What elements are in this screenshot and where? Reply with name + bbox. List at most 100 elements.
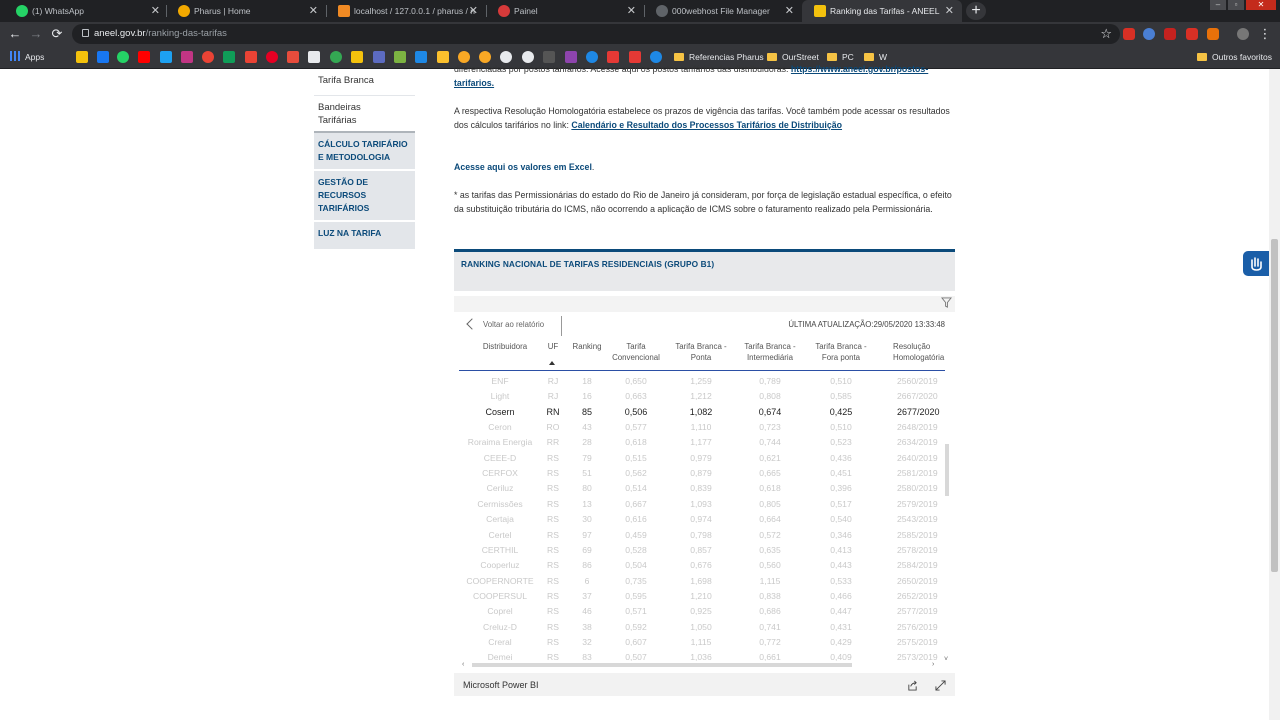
tab-painel[interactable]: Painel ✕: [486, 0, 644, 22]
fullscreen-icon[interactable]: [935, 680, 946, 691]
table-row[interactable]: Cooperluz RS 86 0,504 0,676 0,560 0,443 2584/20…: [459, 558, 945, 573]
youtube-icon[interactable]: [138, 51, 150, 63]
table-row[interactable]: CERFOX RS 51 0,562 0,879 0,665 0,451 2581/2019: [459, 466, 945, 481]
tab-whatsapp[interactable]: (1) WhatsApp ✕: [4, 0, 168, 22]
filter-icon[interactable]: [941, 297, 952, 308]
sidebar-item-tarifa-branca[interactable]: Tarifa Branca: [314, 69, 415, 96]
col-branca-ponta[interactable]: Tarifa Branca - Ponta: [669, 341, 733, 363]
table-row[interactable]: Certel RS 97 0,459 0,798 0,572 0,346 2585/2019: [459, 528, 945, 543]
google-icon[interactable]: [202, 51, 214, 63]
sidebar-item-bandeiras[interactable]: Bandeiras Tarifárias: [314, 96, 415, 133]
instagram-icon[interactable]: [181, 51, 193, 63]
bookmark-star-icon[interactable]: ☆: [1100, 24, 1112, 44]
calendario-link[interactable]: Calendário e Resultado dos Processos Tar…: [571, 120, 842, 130]
page-scrollbar[interactable]: [1269, 69, 1280, 720]
table-horizontal-scrollbar[interactable]: ‹ ›: [462, 661, 940, 668]
page-scroll-thumb[interactable]: [1271, 239, 1278, 572]
table-row[interactable]: CEEE-D RS 79 0,515 0,979 0,621 0,436 2640/2019: [459, 451, 945, 466]
profile-avatar[interactable]: [1237, 28, 1249, 40]
table-row[interactable]: COOPERSUL RS 37 0,595 1,210 0,838 0,466 2652/20…: [459, 589, 945, 604]
powerbi-report: Voltar ao relatório ÚLTIMA ATUALIZAÇÃO:2…: [454, 296, 955, 672]
table-row[interactable]: Roraima Energia RR 28 0,618 1,177 0,744 0,523 2…: [459, 435, 945, 450]
tab-ranking-aneel[interactable]: Ranking das Tarifas - ANEEL ✕: [802, 0, 962, 22]
scroll-thumb[interactable]: [472, 663, 852, 667]
excel-link[interactable]: Acesse aqui os valores em Excel: [454, 162, 592, 172]
close-tab-icon[interactable]: ✕: [151, 0, 160, 22]
forward-button[interactable]: →: [27, 26, 45, 42]
table-row[interactable]: Ceriluz RS 80 0,514 0,839 0,618 0,396 2580/2019: [459, 481, 945, 496]
vlibras-accessibility-button[interactable]: [1243, 251, 1269, 276]
cell-ranking: 69: [582, 544, 592, 555]
tab-phpmyadmin[interactable]: localhost / 127.0.0.1 / pharus / n ✕: [326, 0, 486, 22]
cell-branca-ponta: 1,115: [690, 636, 712, 647]
table-row[interactable]: Coprel RS 46 0,571 0,925 0,686 0,447 2577/2019: [459, 604, 945, 619]
col-branca-fora-ponta[interactable]: Tarifa Branca - Fora ponta: [809, 341, 873, 363]
new-tab-button[interactable]: +: [966, 2, 986, 20]
table-row[interactable]: Cermissões RS 13 0,667 1,093 0,805 0,517 2579/2…: [459, 497, 945, 512]
table-row[interactable]: Creral RS 32 0,607 1,115 0,772 0,429 2575/2019: [459, 635, 945, 650]
scroll-thumb[interactable]: [945, 444, 949, 496]
bookmark-icon[interactable]: [394, 51, 406, 63]
video-extension-icon[interactable]: [1186, 28, 1198, 40]
table-row[interactable]: COOPERNORTE RS 6 0,735 1,698 1,115 0,533 2650/2…: [459, 574, 945, 589]
bookmark-icon[interactable]: [330, 51, 342, 63]
minimize-button[interactable]: –: [1210, 0, 1226, 10]
table-row[interactable]: CERTHIL RS 69 0,528 0,857 0,635 0,413 2578/2019: [459, 543, 945, 558]
close-tab-icon[interactable]: ✕: [785, 0, 794, 22]
sidebar-item-luz-na-tarifa[interactable]: LUZ NA TARIFA: [314, 222, 415, 251]
table-row[interactable]: ENF RJ 18 0,650 1,259 0,789 0,510 2560/2019: [459, 374, 945, 389]
pinterest-icon[interactable]: [266, 51, 278, 63]
powerbi-brand[interactable]: Microsoft Power BI: [463, 673, 539, 697]
reload-button[interactable]: ⟳: [48, 26, 66, 42]
ads-icon[interactable]: [245, 51, 257, 63]
close-tab-icon[interactable]: ✕: [627, 0, 636, 22]
twitter-icon[interactable]: [160, 51, 172, 63]
office-extension-icon[interactable]: [1207, 28, 1219, 40]
bookmark-icon[interactable]: [373, 51, 385, 63]
col-uf[interactable]: UF: [545, 341, 561, 352]
facebook-icon[interactable]: [97, 51, 109, 63]
close-window-button[interactable]: ✕: [1246, 0, 1276, 10]
pdf-extension-icon[interactable]: [1164, 28, 1176, 40]
col-tarifa-convencional[interactable]: Tarifa Convencional: [607, 341, 665, 363]
drive-icon[interactable]: [223, 51, 235, 63]
bookmark-other-favorites[interactable]: Outros favoritos: [1197, 46, 1272, 68]
r-bookmark-icon[interactable]: [308, 51, 320, 63]
tab-file-manager[interactable]: 000webhost File Manager ✕: [644, 0, 802, 22]
bookmark-icon[interactable]: [415, 51, 427, 63]
scroll-down-icon[interactable]: ˅: [944, 656, 948, 663]
back-to-report-button[interactable]: Voltar ao relatório: [464, 316, 562, 336]
sidebar-item-calculo-tarifario[interactable]: CÁLCULO TARIFÁRIO E METODOLOGIA: [314, 133, 415, 171]
menu-icon[interactable]: ⋮: [1256, 26, 1274, 42]
tab-pharus-home[interactable]: Pharus | Home ✕: [166, 0, 326, 22]
bookmark-icon[interactable]: [437, 51, 449, 63]
close-tab-icon[interactable]: ✕: [469, 0, 478, 22]
bookmark-icon[interactable]: [351, 51, 363, 63]
share-icon[interactable]: [907, 680, 918, 691]
table-row[interactable]: Ceron RO 43 0,577 1,110 0,723 0,510 2648/2019: [459, 420, 945, 435]
col-distribuidora[interactable]: Distribuidora: [471, 341, 539, 352]
maximize-button[interactable]: ▫: [1228, 0, 1244, 10]
bookmark-icon[interactable]: [287, 51, 299, 63]
table-row[interactable]: Light RJ 16 0,663 1,212 0,808 0,585 2667/2020: [459, 389, 945, 404]
table-row[interactable]: Cosern RN 85 0,506 1,082 0,674 0,425 2677/2020: [459, 405, 945, 420]
adblock-extension-icon[interactable]: [1123, 28, 1135, 40]
scroll-right-icon[interactable]: ›: [932, 661, 934, 668]
table-row[interactable]: Creluz-D RS 38 0,592 1,050 0,741 0,431 2576/201…: [459, 620, 945, 635]
close-tab-icon[interactable]: ✕: [945, 0, 954, 22]
whatsapp-icon[interactable]: [117, 51, 129, 63]
col-ranking[interactable]: Ranking: [567, 341, 607, 352]
translate-extension-icon[interactable]: [1143, 28, 1155, 40]
sidebar-item-gestao-recursos[interactable]: GESTÃO DE RECURSOS TARIFÁRIOS: [314, 171, 415, 222]
cell-ranking: 85: [581, 406, 592, 417]
col-branca-intermediaria[interactable]: Tarifa Branca - Intermediária: [737, 341, 803, 363]
scroll-left-icon[interactable]: ‹: [462, 661, 464, 668]
table-vertical-scrollbar[interactable]: ˅: [944, 372, 950, 663]
bookmark-icon[interactable]: [76, 51, 88, 63]
bookmark-apps[interactable]: Apps: [10, 46, 44, 68]
back-button[interactable]: ←: [6, 26, 24, 42]
table-row[interactable]: Certaja RS 30 0,616 0,974 0,664 0,540 2543/2019: [459, 512, 945, 527]
col-resolucao[interactable]: Resolução Homologatória: [893, 341, 955, 363]
close-tab-icon[interactable]: ✕: [309, 0, 318, 22]
address-bar[interactable]: aneel.gov.br/ranking-das-tarifas ☆: [72, 24, 1120, 44]
